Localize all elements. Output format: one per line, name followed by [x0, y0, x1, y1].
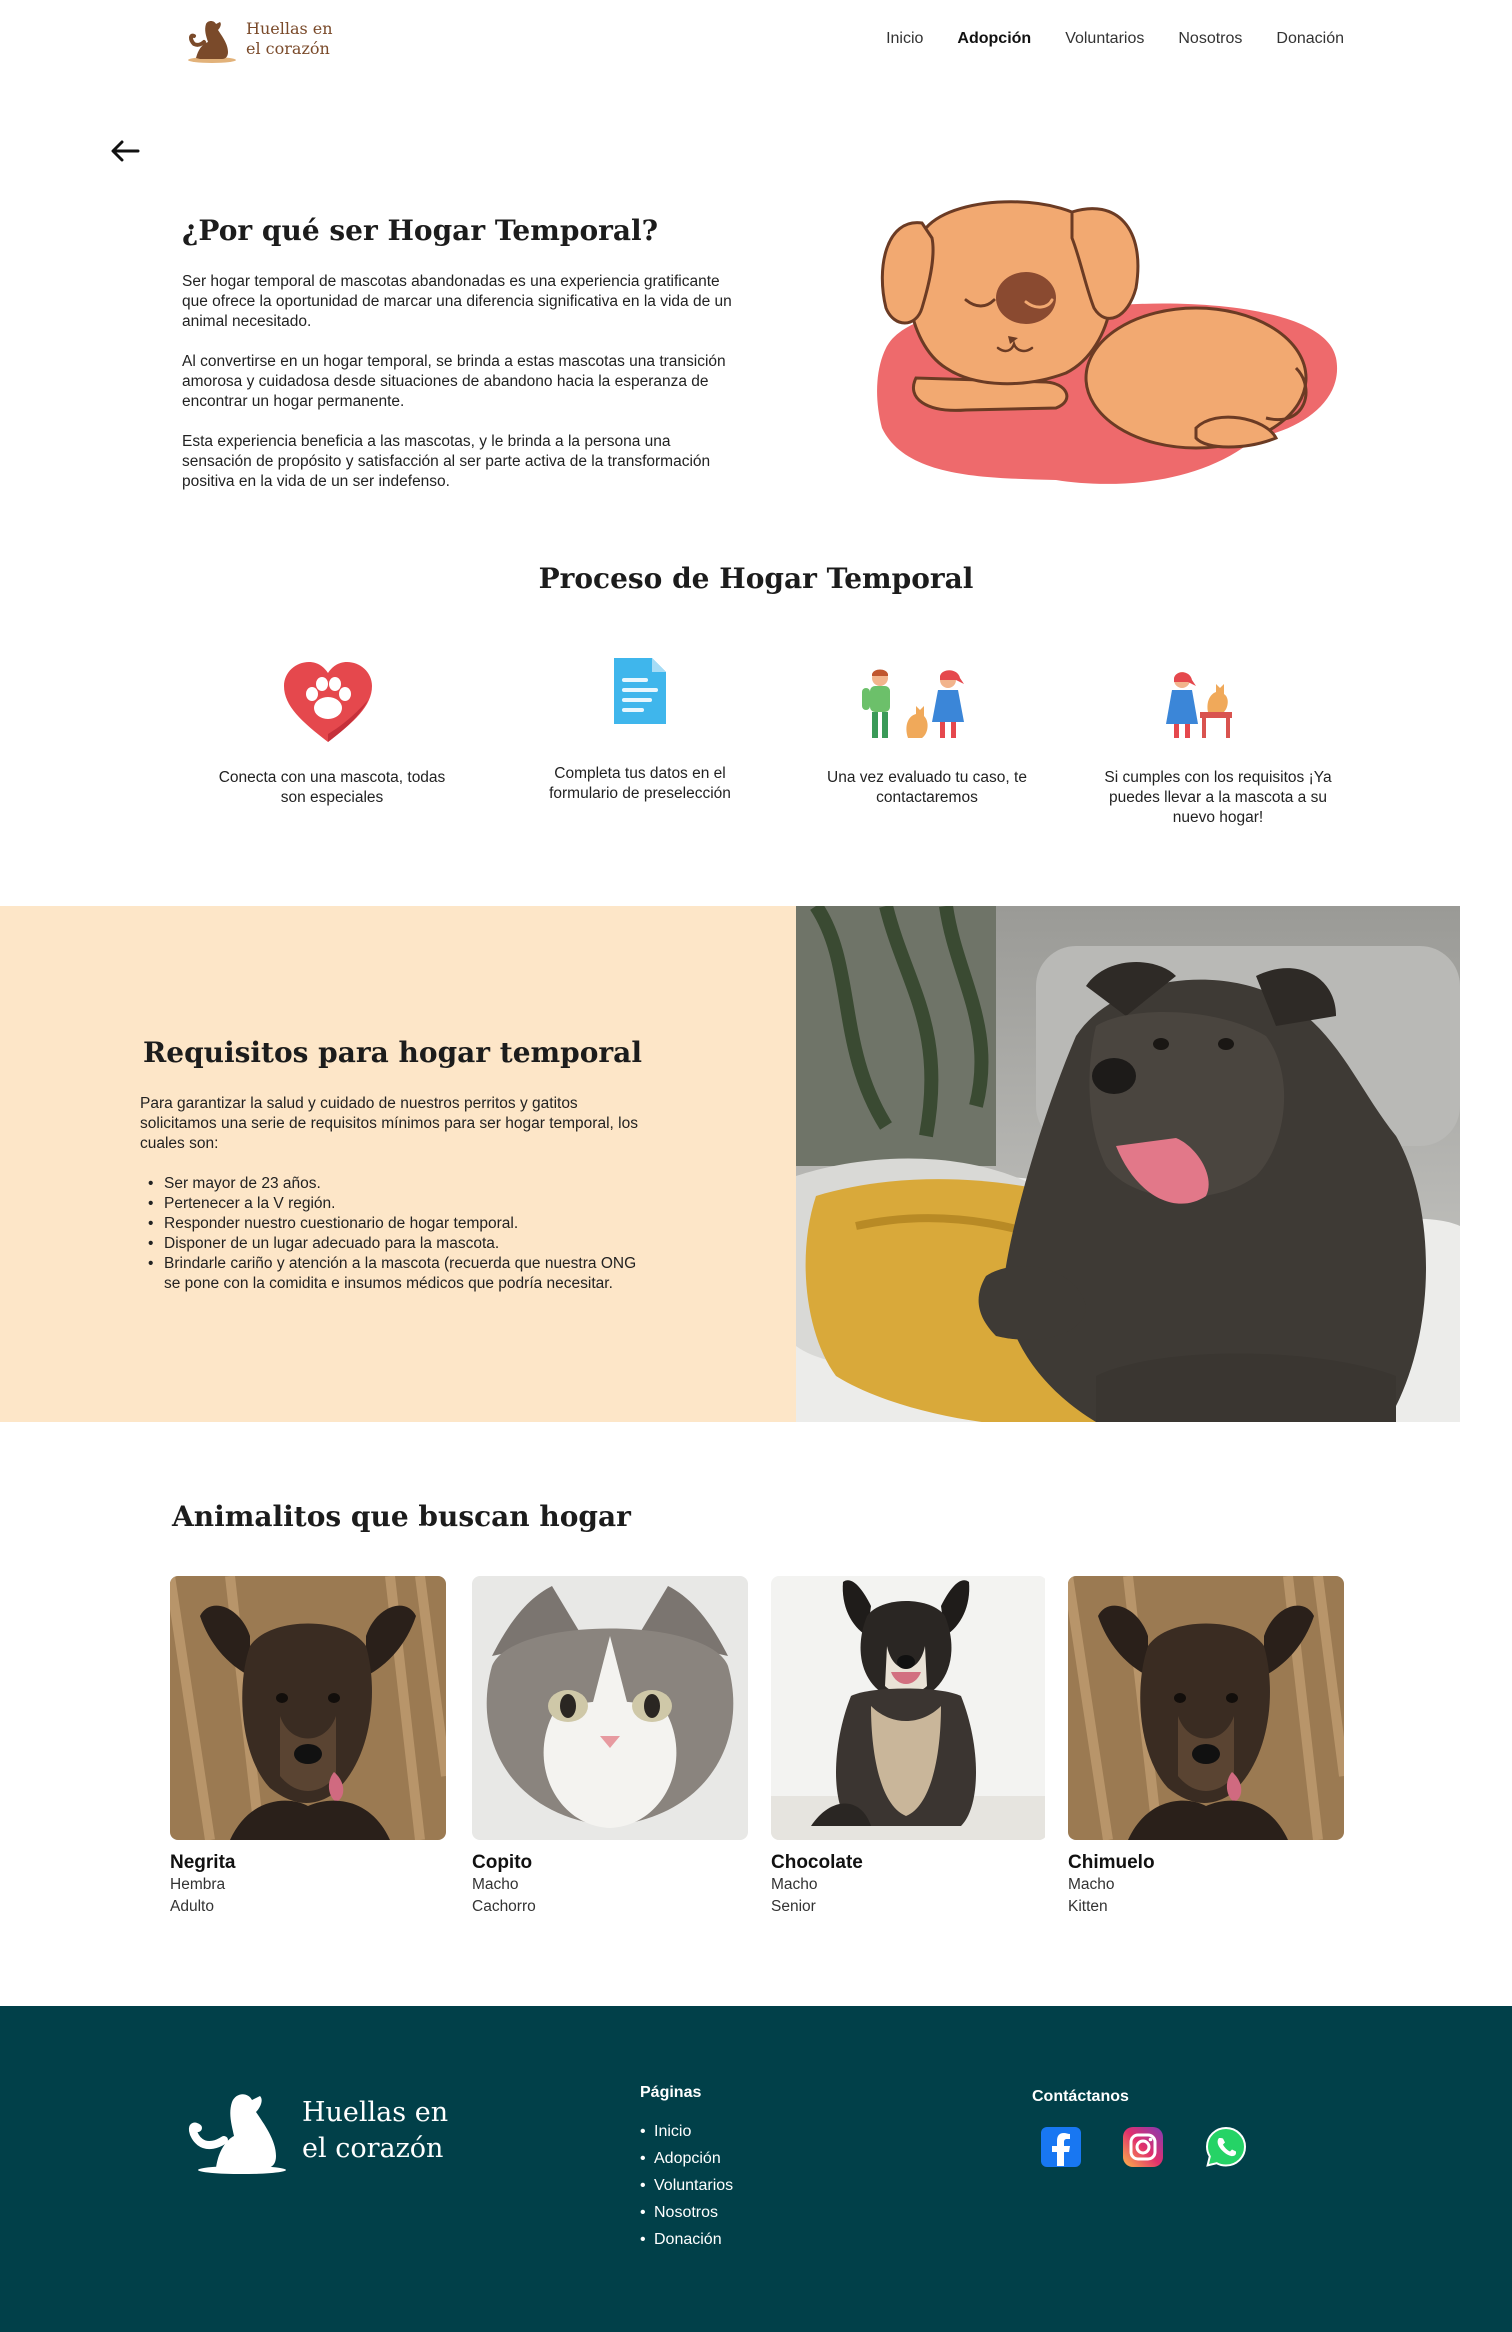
- back-arrow-icon[interactable]: [108, 136, 144, 166]
- requirements-title: Requisitos para hogar temporal: [143, 1036, 642, 1069]
- brand-logo[interactable]: Huellas en el corazón: [184, 14, 346, 64]
- animal-name: Copito: [472, 1852, 533, 1873]
- animal-name: Chocolate: [771, 1852, 863, 1873]
- whatsapp-icon[interactable]: [1205, 2126, 1247, 2168]
- people-pet-icon: [862, 669, 964, 738]
- requirements-list: Ser mayor de 23 años. Pertenecer a la V …: [148, 1174, 638, 1294]
- animal-photo[interactable]: [771, 1576, 1047, 1840]
- animal-name: Negrita: [170, 1852, 236, 1873]
- footer-link-voluntarios[interactable]: Voluntarios: [640, 2172, 733, 2199]
- animal-age: Adulto: [170, 1898, 214, 1915]
- top-navigation: Huellas en el corazón Inicio Adopción Vo…: [0, 0, 1512, 82]
- dog-logo-icon: [189, 2094, 286, 2174]
- animal-card-copito[interactable]: Copito Macho Cachorro: [472, 1576, 748, 1918]
- animal-card-chimuelo[interactable]: Chimuelo Macho Kitten: [1068, 1576, 1344, 1918]
- dog-logo-icon: [188, 21, 236, 63]
- footer-pages-list: Inicio Adopción Voluntarios Nosotros Don…: [640, 2118, 733, 2253]
- document-icon: [614, 658, 666, 724]
- requirements-panel: [0, 906, 796, 1422]
- requirements-intro: Para garantizar la salud y cuidado de nu…: [140, 1095, 638, 1152]
- nav-link-adopcion[interactable]: Adopción: [957, 30, 1031, 48]
- sleeping-dog-illustration: [877, 200, 1338, 484]
- requirement-item: Brindarle cariño y atención a la mascota…: [148, 1254, 638, 1294]
- footer: Huellas en el corazón Páginas Inicio Ado…: [0, 2006, 1512, 2332]
- animal-sex: Macho: [1068, 1876, 1115, 1893]
- why-foster-title: ¿Por qué ser Hogar Temporal?: [182, 214, 659, 247]
- animals-title: Animalitos que buscan hogar: [172, 1500, 631, 1533]
- why-paragraph-3: Esta experiencia beneficia a las mascota…: [182, 433, 711, 490]
- animal-card-negrita[interactable]: Negrita Hembra Adulto: [170, 1576, 446, 1918]
- nav-link-inicio[interactable]: Inicio: [886, 30, 923, 48]
- facebook-icon[interactable]: [1040, 2126, 1082, 2168]
- requirement-item: Responder nuestro cuestionario de hogar …: [148, 1214, 638, 1234]
- process-step-4: Si cumples con los requisitos ¡Ya puedes…: [1104, 769, 1332, 826]
- process-step-2: Completa tus datos en el formulario de p…: [549, 765, 731, 802]
- animal-photo[interactable]: [170, 1576, 446, 1840]
- heart-paw-icon: [284, 662, 372, 742]
- animal-age: Cachorro: [472, 1898, 536, 1915]
- instagram-icon[interactable]: [1122, 2126, 1164, 2168]
- animal-age: Senior: [771, 1898, 816, 1915]
- footer-link-nosotros[interactable]: Nosotros: [640, 2199, 733, 2226]
- footer-contact-title: Contáctanos: [1032, 2088, 1129, 2105]
- nav-link-donacion[interactable]: Donación: [1276, 30, 1344, 48]
- footer-link-donacion[interactable]: Donación: [640, 2226, 733, 2253]
- footer-pages-title: Páginas: [640, 2084, 702, 2101]
- dog-on-pillow-photo: [796, 906, 1460, 1422]
- why-paragraph-2: Al convertirse en un hogar temporal, se …: [182, 353, 726, 410]
- nav-links: Inicio Adopción Voluntarios Nosotros Don…: [886, 30, 1344, 48]
- nav-link-voluntarios[interactable]: Voluntarios: [1065, 30, 1144, 48]
- requirement-item: Disponer de un lugar adecuado para la ma…: [148, 1234, 638, 1254]
- requirement-item: Pertenecer a la V región.: [148, 1194, 638, 1214]
- requirement-item: Ser mayor de 23 años.: [148, 1174, 638, 1194]
- process-step-3: Una vez evaluado tu caso, te contactarem…: [827, 769, 1027, 806]
- person-pet-table-icon: [1166, 672, 1232, 738]
- animal-age: Kitten: [1068, 1898, 1108, 1915]
- animal-card-chocolate[interactable]: Chocolate Macho Senior: [771, 1576, 1047, 1918]
- animal-sex: Macho: [472, 1876, 519, 1893]
- animal-photo[interactable]: [472, 1576, 748, 1840]
- animal-sex: Hembra: [170, 1876, 226, 1893]
- why-foster-text: Ser hogar temporal de mascotas abandonad…: [182, 272, 742, 512]
- footer-link-adopcion[interactable]: Adopción: [640, 2145, 733, 2172]
- footer-brand[interactable]: Huellas en el corazón: [188, 2086, 472, 2176]
- nav-link-nosotros[interactable]: Nosotros: [1178, 30, 1242, 48]
- footer-brand-name: Huellas en el corazón: [302, 2097, 449, 2164]
- animal-name: Chimuelo: [1068, 1852, 1155, 1873]
- why-paragraph-1: Ser hogar temporal de mascotas abandonad…: [182, 273, 732, 330]
- footer-link-inicio[interactable]: Inicio: [640, 2118, 733, 2145]
- brand-name: Huellas en el corazón: [246, 19, 333, 58]
- animal-sex: Macho: [771, 1876, 818, 1893]
- process-step-1: Conecta con una mascota, todas son espec…: [218, 769, 446, 806]
- process-title: Proceso de Hogar Temporal: [538, 562, 974, 595]
- animal-photo[interactable]: [1068, 1576, 1344, 1840]
